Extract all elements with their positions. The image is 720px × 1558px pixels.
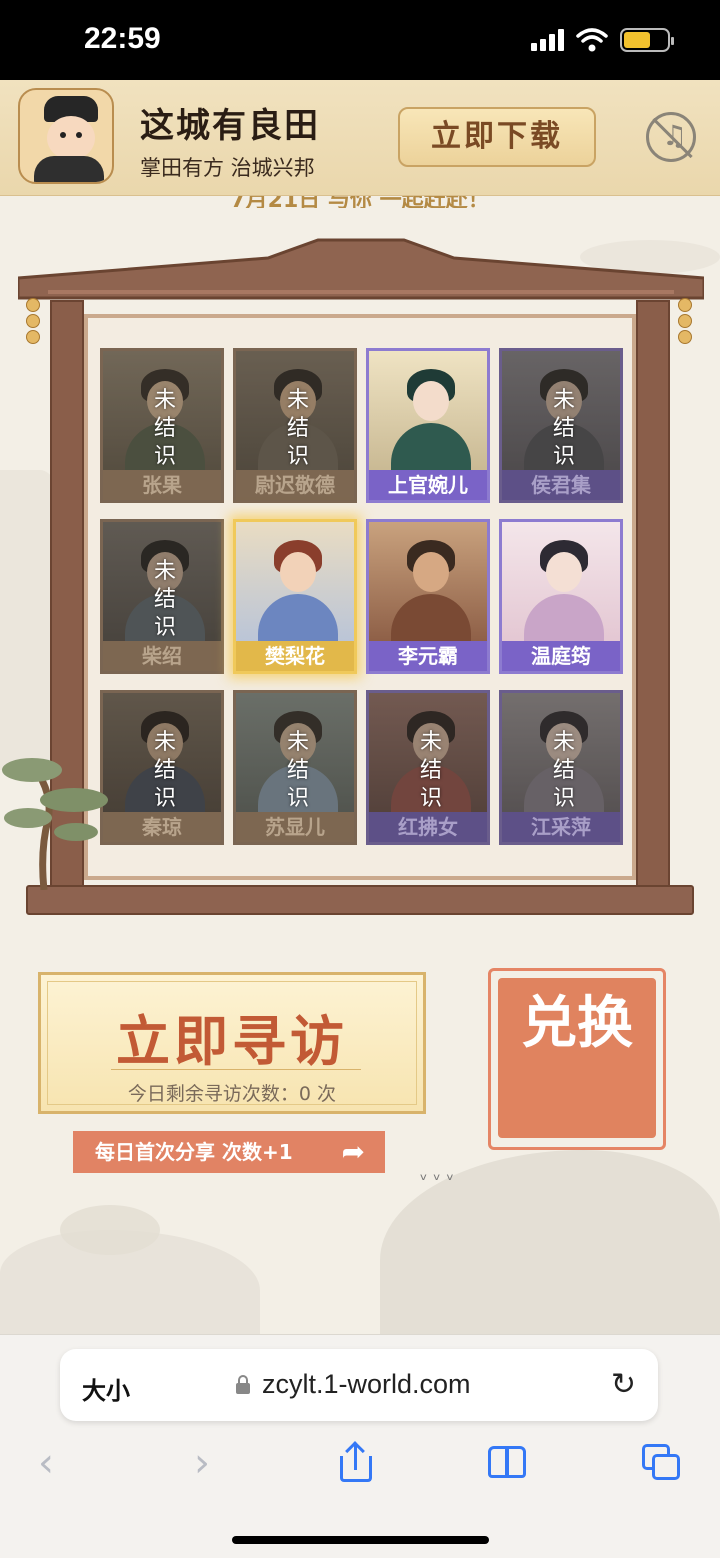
character-name: 尉迟敬德: [236, 470, 354, 500]
share-arrow-icon: ➦: [341, 1135, 365, 1168]
status-time: 22:59: [84, 22, 161, 55]
tabs-icon[interactable]: [642, 1444, 682, 1482]
locked-label: 未结识: [286, 388, 309, 469]
character-name: 张果: [103, 470, 221, 500]
character-card[interactable]: 上官婉儿: [366, 348, 490, 503]
character-card[interactable]: 温庭筠: [499, 519, 623, 674]
locked-label: 未结识: [419, 730, 442, 811]
exchange-button[interactable]: 兑换: [498, 978, 656, 1138]
locked-label: 未结识: [552, 388, 575, 469]
download-button[interactable]: 立即下载: [398, 107, 596, 167]
character-name: 苏显儿: [236, 812, 354, 842]
forward-icon[interactable]: ›: [194, 1440, 210, 1486]
character-card[interactable]: 未结识 江采萍: [499, 690, 623, 845]
character-card[interactable]: 李元霸: [366, 519, 490, 674]
locked-label: 未结识: [552, 730, 575, 811]
header-peek: 7月21日 与你 一起赶赴！: [0, 196, 720, 208]
seek-now-label: 立即寻访: [116, 1009, 348, 1073]
lock-icon: [236, 1375, 250, 1394]
app-download-banner: [0, 80, 720, 196]
lantern-decoration: [26, 298, 42, 356]
text-size-button[interactable]: 大小: [82, 1371, 130, 1406]
locked-label: 未结识: [286, 730, 309, 811]
character-card[interactable]: 未结识 侯君集: [499, 348, 623, 503]
locked-label: 未结识: [153, 388, 176, 469]
character-card[interactable]: 未结识 苏显儿: [233, 690, 357, 845]
wifi-icon: [576, 28, 608, 52]
daily-share-button[interactable]: 每日首次分享 次数+1 ➦: [73, 1131, 385, 1173]
character-card[interactable]: 未结识 秦琼: [100, 690, 224, 845]
character-name: 温庭筠: [502, 641, 620, 671]
birds-decoration: ᵛ ᵛ ᵛ: [420, 1170, 454, 1191]
bookmarks-icon[interactable]: [488, 1446, 530, 1480]
locked-label: 未结识: [153, 559, 176, 640]
header-peek-text: 7月21日 与你 一起赶赴！: [0, 196, 720, 208]
cellular-signal-icon: [531, 29, 564, 51]
seek-now-button[interactable]: 立即寻访 今日剩余寻访次数：0 次: [38, 972, 426, 1114]
music-mute-toggle[interactable]: ♫: [646, 112, 696, 162]
home-indicator: [232, 1536, 489, 1544]
character-name: 侯君集: [502, 470, 620, 500]
character-name: 柴绍: [103, 641, 221, 671]
address-bar[interactable]: 大小 zcylt.1-world.com ↻: [60, 1349, 658, 1421]
reload-icon[interactable]: ↻: [611, 1367, 636, 1402]
character-name: 樊梨花: [236, 641, 354, 671]
share-icon[interactable]: [340, 1441, 374, 1484]
url-text[interactable]: zcylt.1-world.com: [262, 1369, 471, 1400]
character-card[interactable]: 未结识 张果: [100, 348, 224, 503]
character-card[interactable]: 未结识 尉迟敬德: [233, 348, 357, 503]
back-icon[interactable]: ‹: [38, 1440, 54, 1486]
character-name: 秦琼: [103, 812, 221, 842]
frame-pillar-right: [636, 300, 670, 890]
status-icons: [531, 28, 674, 52]
battery-icon: [620, 28, 674, 52]
locked-label: 未结识: [153, 730, 176, 811]
lantern-decoration: [678, 298, 694, 356]
character-name: 上官婉儿: [369, 470, 487, 500]
character-card[interactable]: 未结识 红拂女: [366, 690, 490, 845]
character-card[interactable]: 未结识 柴绍: [100, 519, 224, 674]
character-name: 李元霸: [369, 641, 487, 671]
frame-roof: [18, 238, 704, 300]
app-title: 这城有良田: [140, 106, 320, 146]
frame-base: [26, 885, 694, 915]
character-name: 红拂女: [369, 812, 487, 842]
status-bar: 22:59: [0, 0, 720, 80]
pine-tree-decoration: [2, 758, 108, 890]
app-icon[interactable]: [18, 88, 114, 184]
remaining-seeks-text: 今日剩余寻访次数：0 次: [127, 1083, 337, 1105]
app-subtitle: 掌田有方 治城兴邦: [140, 156, 315, 180]
character-card[interactable]: 樊梨花: [233, 519, 357, 674]
daily-share-label: 每日首次分享 次数+1: [95, 1140, 293, 1164]
cloud-decoration: [60, 1205, 160, 1255]
character-name: 江采萍: [502, 812, 620, 842]
